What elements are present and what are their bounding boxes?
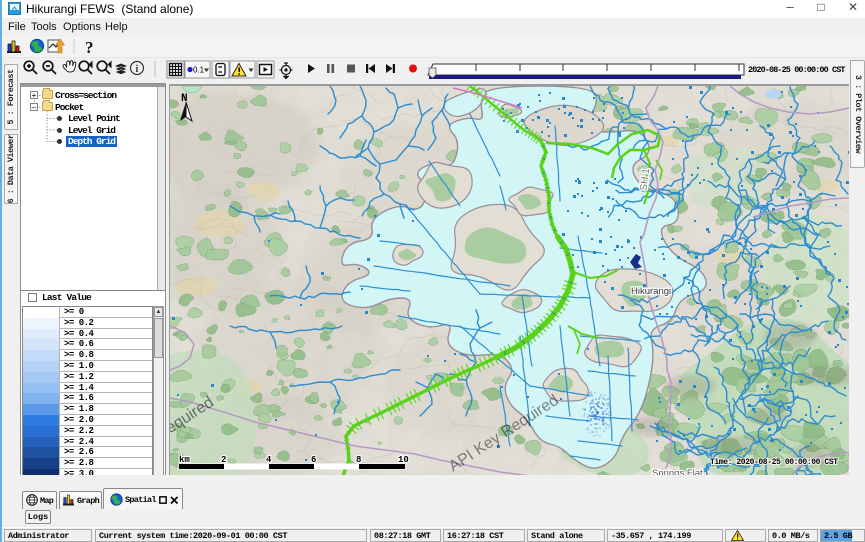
svg-text:10: 10 [398, 455, 409, 465]
svg-text:Time: 2020-08-25 00:00:00 CST: Time: 2020-08-25 00:00:00 CST [710, 458, 838, 467]
svg-text:2: 2 [221, 455, 226, 465]
svg-text:?: ? [85, 38, 94, 57]
svg-text:4: 4 [266, 455, 272, 465]
svg-text:8: 8 [356, 455, 361, 465]
svg-text:6: 6 [311, 455, 316, 465]
svg-text:Springs Flat: Springs Flat [652, 468, 703, 475]
svg-text:i: i [136, 64, 139, 75]
svg-text:km: km [179, 455, 190, 465]
svg-text:Hikurangi: Hikurangi [631, 286, 671, 297]
svg-text:2020-08-25 00:00:00 CST: 2020-08-25 00:00:00 CST [748, 65, 845, 75]
svg-text:0.1: 0.1 [193, 66, 205, 75]
